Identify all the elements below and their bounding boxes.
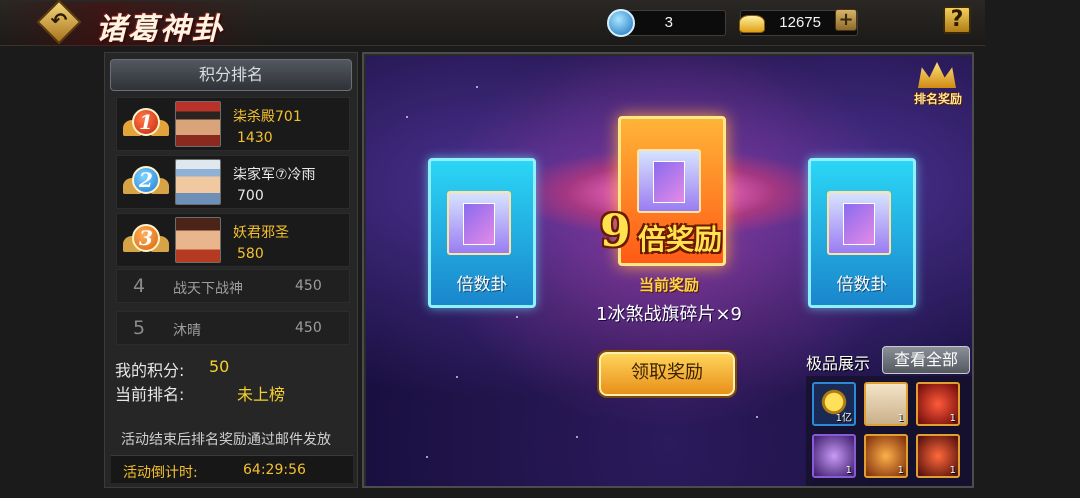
purple-fragment-icon[interactable]: 1 bbox=[812, 434, 856, 478]
back-button[interactable]: ↶ bbox=[36, 0, 82, 45]
back-arrow-icon: ↶ bbox=[50, 8, 68, 32]
help-button[interactable]: ? bbox=[943, 6, 971, 34]
avatar bbox=[175, 159, 221, 205]
crown-icon bbox=[918, 62, 956, 88]
player-score: 450 bbox=[295, 278, 322, 294]
ranking-row-2[interactable]: 2 柒家军⑦冷雨 700 bbox=[116, 155, 350, 209]
ranking-header: 积分排名 bbox=[110, 59, 352, 91]
current-rank-label: 当前排名: bbox=[115, 385, 185, 404]
player-score: 1430 bbox=[237, 130, 273, 146]
current-rank-value: 未上榜 bbox=[237, 385, 286, 404]
gold-coin-icon[interactable]: 1亿 bbox=[812, 382, 856, 426]
showcase-panel: 1亿 1 1 1 1 1 bbox=[806, 376, 972, 486]
rank-1-medal-icon: 1 bbox=[123, 106, 169, 144]
view-all-button[interactable]: 查看全部 bbox=[882, 346, 970, 374]
my-score-value: 50 bbox=[209, 357, 230, 376]
jade-currency-box: 3 bbox=[607, 9, 726, 37]
jade-coin-value: 3 bbox=[664, 14, 673, 31]
gold-value: 12675 bbox=[779, 14, 821, 31]
rank-2-medal-icon: 2 bbox=[123, 164, 169, 202]
rank-reward-label: 排名奖励 bbox=[913, 92, 962, 106]
my-score-label: 我的积分: bbox=[115, 361, 185, 380]
orange-general-icon[interactable]: 1 bbox=[864, 434, 908, 478]
player-name: 柒家军⑦冷雨 bbox=[233, 167, 316, 183]
card-item-icon bbox=[637, 149, 701, 213]
main-frame: 排名奖励 倍数卦 倍数卦 9 倍奖励 当前奖励 1冰煞战旗碎片×9 领取奖励 极… bbox=[362, 52, 974, 488]
claim-reward-button[interactable]: 领取奖励 bbox=[599, 352, 735, 396]
rank-number: 4 bbox=[133, 275, 146, 297]
dark-general-icon[interactable]: 1 bbox=[916, 434, 960, 478]
countdown-value: 64:29:56 bbox=[243, 462, 306, 478]
ranking-row-1[interactable]: 1 柒杀殿701 1430 bbox=[116, 97, 350, 151]
multiplier-number: 9 bbox=[600, 206, 631, 257]
ranking-row-3[interactable]: 3 妖君邪圣 580 bbox=[116, 213, 350, 267]
player-name: 沐晴 bbox=[173, 323, 201, 339]
player-name: 柒杀殿701 bbox=[233, 109, 302, 125]
avatar bbox=[175, 217, 221, 263]
current-reward-title: 当前奖励 bbox=[638, 276, 699, 294]
card-item-icon bbox=[827, 191, 891, 255]
jade-coin-icon bbox=[607, 9, 635, 37]
countdown-bar: 活动倒计时: 64:29:56 bbox=[111, 455, 353, 483]
gold-ingot-icon bbox=[739, 15, 765, 33]
player-name: 战天下战神 bbox=[173, 281, 243, 297]
showcase-label: 极品展示 bbox=[806, 354, 871, 373]
player-name: 妖君邪圣 bbox=[233, 225, 289, 241]
reward-item-text: 1冰煞战旗碎片×9 bbox=[596, 304, 742, 325]
ranking-row-4[interactable]: 4 战天下战神 450 bbox=[116, 269, 350, 303]
gold-currency-box: 12675 + bbox=[739, 9, 858, 36]
player-score: 450 bbox=[295, 320, 322, 336]
avatar bbox=[175, 101, 221, 147]
ranking-row-5[interactable]: 5 沐晴 450 bbox=[116, 311, 350, 345]
general-fragment-icon[interactable]: 1 bbox=[864, 382, 908, 426]
top-bar: ↶ 诸葛神卦 3 12675 + ? bbox=[0, 0, 985, 47]
rank-number: 5 bbox=[133, 317, 146, 339]
page-title: 诸葛神卦 bbox=[96, 12, 224, 47]
add-gold-button[interactable]: + bbox=[835, 9, 857, 31]
divination-scene: 排名奖励 倍数卦 倍数卦 9 倍奖励 当前奖励 1冰煞战旗碎片×9 领取奖励 极… bbox=[366, 56, 972, 486]
countdown-label: 活动倒计时: bbox=[123, 465, 198, 481]
card-item-icon bbox=[447, 191, 511, 255]
rank-3-medal-icon: 3 bbox=[123, 222, 169, 260]
ranking-panel: 积分排名 1 柒杀殿701 1430 2 柒家军⑦冷雨 700 3 妖君邪圣 5… bbox=[104, 52, 358, 488]
rank-reward-button[interactable]: 排名奖励 bbox=[906, 62, 970, 112]
multiplier-text: 倍奖励 bbox=[638, 223, 723, 256]
reward-notice: 活动结束后排名奖励通过邮件发放 bbox=[121, 432, 331, 448]
red-general-icon[interactable]: 1 bbox=[916, 382, 960, 426]
game-screen: ↶ 诸葛神卦 3 12675 + ? 积分排名 1 柒杀殿701 1430 2 … bbox=[0, 0, 1080, 498]
player-score: 700 bbox=[237, 188, 264, 204]
player-score: 580 bbox=[237, 246, 264, 262]
